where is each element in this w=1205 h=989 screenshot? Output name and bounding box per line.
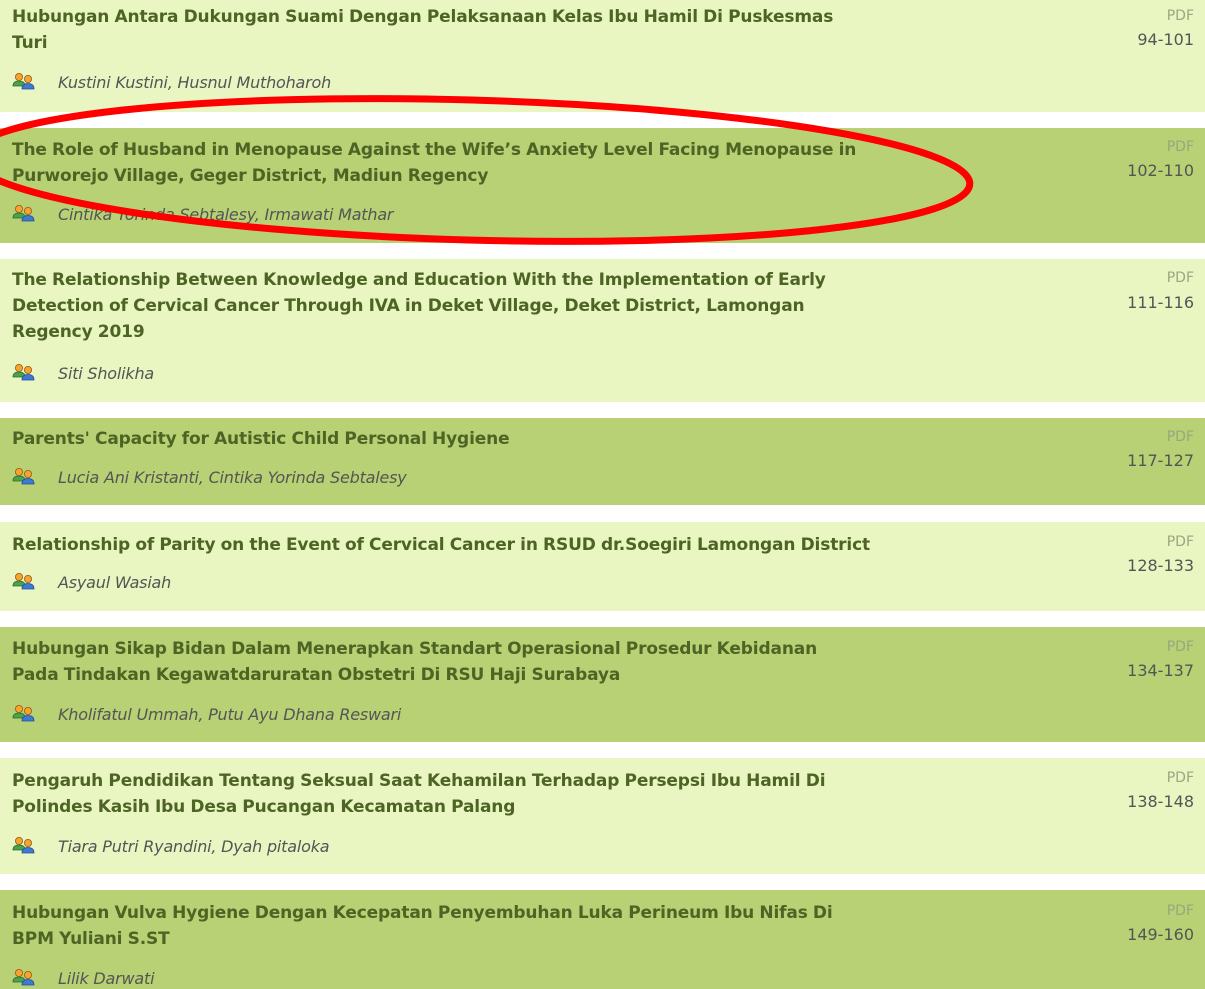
article-authors: Cintika Yorinda Sebtalesy, Irmawati Math…: [58, 204, 394, 224]
pdf-galley-link[interactable]: PDF: [1167, 269, 1194, 287]
article-title-line: Turi: [12, 33, 48, 53]
pdf-galley-link[interactable]: PDF: [1167, 533, 1194, 551]
users-icon: [12, 572, 36, 592]
article-pages: 102-110: [1127, 161, 1194, 180]
authors-row: Tiara Putri Ryandini, Dyah pitaloka: [12, 834, 330, 858]
article-entry: Hubungan Vulva Hygiene Dengan Kecepatan …: [0, 890, 1205, 989]
article-title-line: Parents' Capacity for Autistic Child Per…: [12, 429, 510, 449]
article-pages: 128-133: [1127, 556, 1194, 575]
article-title-link[interactable]: The Relationship Between Knowledge and E…: [12, 267, 932, 345]
authors-row: Siti Sholikha: [12, 361, 154, 385]
article-entry: Pengaruh Pendidikan Tentang Seksual Saat…: [0, 758, 1205, 874]
article-title-line: Hubungan Sikap Bidan Dalam Menerapkan St…: [12, 639, 818, 659]
article-entry: Hubungan Sikap Bidan Dalam Menerapkan St…: [0, 627, 1205, 742]
article-title-link[interactable]: Hubungan Vulva Hygiene Dengan Kecepatan …: [12, 900, 932, 952]
article-pages: 149-160: [1127, 925, 1194, 944]
article-title-line: Pengaruh Pendidikan Tentang Seksual Saat…: [12, 771, 826, 791]
article-title-line: Hubungan Antara Dukungan Suami Dengan Pe…: [12, 7, 834, 27]
article-pages: 111-116: [1127, 293, 1194, 312]
article-pages: 94-101: [1137, 30, 1194, 49]
article-title-line: Pada Tindakan Kegawatdaruratan Obstetri …: [12, 665, 621, 685]
users-icon: [12, 204, 36, 224]
article-entry: Hubungan Antara Dukungan Suami Dengan Pe…: [0, 0, 1205, 112]
article-entry: The Role of Husband in Menopause Against…: [0, 128, 1205, 243]
article-title-line: Purworejo Village, Geger District, Madiu…: [12, 166, 489, 186]
authors-row: Kustini Kustini, Husnul Muthoharoh: [12, 70, 331, 94]
article-title-line: The Relationship Between Knowledge and E…: [12, 270, 826, 290]
users-icon: [12, 72, 36, 92]
article-entry: Parents' Capacity for Autistic Child Per…: [0, 418, 1205, 505]
pdf-galley-link[interactable]: PDF: [1167, 638, 1194, 656]
authors-row: Lucia Ani Kristanti, Cintika Yorinda Seb…: [12, 465, 407, 489]
authors-row: Cintika Yorinda Sebtalesy, Irmawati Math…: [12, 202, 393, 226]
article-entry: The Relationship Between Knowledge and E…: [0, 259, 1205, 402]
users-icon: [12, 704, 36, 724]
article-authors: Kholifatul Ummah, Putu Ayu Dhana Reswari: [58, 704, 402, 724]
article-authors: Lilik Darwati: [58, 968, 155, 988]
article-title-link[interactable]: Pengaruh Pendidikan Tentang Seksual Saat…: [12, 768, 932, 820]
article-title-line: Detection of Cervical Cancer Through IVA…: [12, 296, 805, 316]
users-icon: [12, 467, 36, 487]
authors-row: Kholifatul Ummah, Putu Ayu Dhana Reswari: [12, 702, 401, 726]
pdf-galley-link[interactable]: PDF: [1167, 769, 1194, 787]
authors-row: Asyaul Wasiah: [12, 570, 171, 594]
pdf-galley-link[interactable]: PDF: [1167, 902, 1194, 920]
article-entry: Relationship of Parity on the Event of C…: [0, 522, 1205, 611]
article-pages: 138-148: [1127, 792, 1194, 811]
article-authors: Tiara Putri Ryandini, Dyah pitaloka: [58, 836, 330, 856]
users-icon: [12, 363, 36, 383]
article-authors: Kustini Kustini, Husnul Muthoharoh: [58, 72, 332, 92]
article-title-line: Regency 2019: [12, 322, 145, 342]
article-title-link[interactable]: Relationship of Parity on the Event of C…: [12, 532, 932, 558]
users-icon: [12, 968, 36, 988]
users-icon: [12, 836, 36, 856]
article-title-line: The Role of Husband in Menopause Against…: [12, 140, 857, 160]
pdf-galley-link[interactable]: PDF: [1167, 7, 1194, 25]
article-list-page: Hubungan Antara Dukungan Suami Dengan Pe…: [0, 0, 1205, 989]
article-title-line: Relationship of Parity on the Event of C…: [12, 535, 870, 555]
pdf-galley-link[interactable]: PDF: [1167, 428, 1194, 446]
article-title-link[interactable]: Parents' Capacity for Autistic Child Per…: [12, 426, 932, 452]
article-title-line: Polindes Kasih Ibu Desa Pucangan Kecamat…: [12, 797, 516, 817]
article-title-link[interactable]: The Role of Husband in Menopause Against…: [12, 137, 932, 189]
article-pages: 134-137: [1127, 661, 1194, 680]
article-authors: Lucia Ani Kristanti, Cintika Yorinda Seb…: [58, 467, 407, 487]
authors-row: Lilik Darwati: [12, 966, 155, 989]
pdf-galley-link[interactable]: PDF: [1167, 138, 1194, 156]
article-authors: Asyaul Wasiah: [58, 572, 172, 592]
article-title-line: Hubungan Vulva Hygiene Dengan Kecepatan …: [12, 903, 833, 923]
article-title-link[interactable]: Hubungan Antara Dukungan Suami Dengan Pe…: [12, 4, 932, 56]
article-authors: Siti Sholikha: [58, 363, 154, 383]
article-title-link[interactable]: Hubungan Sikap Bidan Dalam Menerapkan St…: [12, 636, 932, 688]
article-pages: 117-127: [1127, 451, 1194, 470]
article-title-line: BPM Yuliani S.ST: [12, 929, 170, 949]
